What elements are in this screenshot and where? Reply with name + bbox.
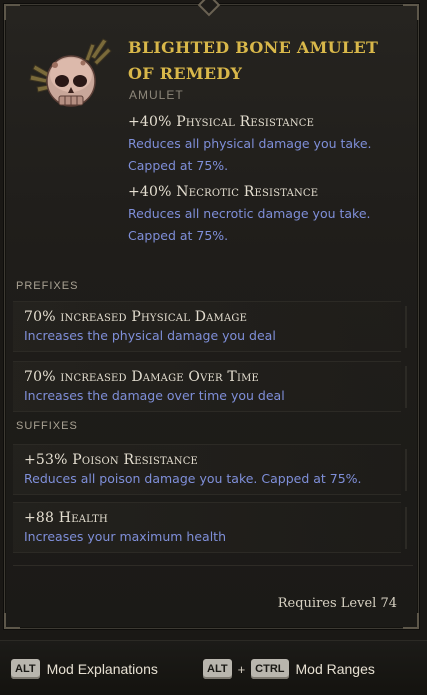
item-tooltip: Blighted Bone Amulet of Remedy Amulet +4… <box>4 0 419 629</box>
mod-explanations-hint: ALT Mod Explanations <box>11 659 158 679</box>
mod-title: +40% Physical Resistance <box>128 114 315 130</box>
hint-label: Mod Ranges <box>295 661 375 677</box>
implicit-mod[interactable]: +40% Necrotic Resistance Reduces all nec… <box>128 181 408 247</box>
alt-key: ALT <box>11 659 40 679</box>
item-type: Amulet <box>129 88 184 102</box>
mod-description: Reduces all physical damage you take. Ca… <box>128 136 372 173</box>
diamond-ornament-icon <box>197 0 221 17</box>
alt-key: ALT <box>203 659 232 679</box>
mod-description: Reduces all necrotic damage you take. Ca… <box>128 206 371 243</box>
divider <box>13 565 413 566</box>
mod-title: +40% Necrotic Resistance <box>128 184 319 200</box>
corner-ornament <box>403 613 419 629</box>
item-name: Blighted Bone Amulet of Remedy <box>128 38 379 83</box>
hint-label: Mod Explanations <box>46 661 158 677</box>
suffix-mod[interactable]: +88 Health Increases your maximum health <box>13 502 407 553</box>
implicit-mods: +40% Physical Resistance Reduces all phy… <box>128 111 408 251</box>
mod-description: Increases the damage over time you deal <box>24 388 285 403</box>
prefixes-label: Prefixes <box>16 280 79 292</box>
suffixes-label: Suffixes <box>16 420 78 432</box>
skull-amulet-icon <box>29 38 112 107</box>
plus-sign: + <box>237 661 246 677</box>
ctrl-key: CTRL <box>251 659 289 679</box>
level-requirement: Requires Level 74 <box>277 596 397 611</box>
suffix-mod[interactable]: +53% Poison Resistance Reduces all poiso… <box>13 444 407 495</box>
mod-description: Increases your maximum health <box>24 529 226 544</box>
prefix-mod[interactable]: 70% increased Damage Over Time Increases… <box>13 361 407 412</box>
implicit-mod[interactable]: +40% Physical Resistance Reduces all phy… <box>128 111 408 177</box>
corner-ornament <box>4 613 20 629</box>
corner-ornament <box>403 4 419 20</box>
corner-ornament <box>4 4 20 20</box>
mod-description: Increases the physical damage you deal <box>24 328 276 343</box>
mod-description: Reduces all poison damage you take. Capp… <box>24 471 362 486</box>
mod-ranges-hint: ALT + CTRL Mod Ranges <box>203 659 375 679</box>
prefix-mod[interactable]: 70% increased Physical Damage Increases … <box>13 301 407 352</box>
tooltip-footer: ALT Mod Explanations ALT + CTRL Mod Rang… <box>0 640 427 695</box>
